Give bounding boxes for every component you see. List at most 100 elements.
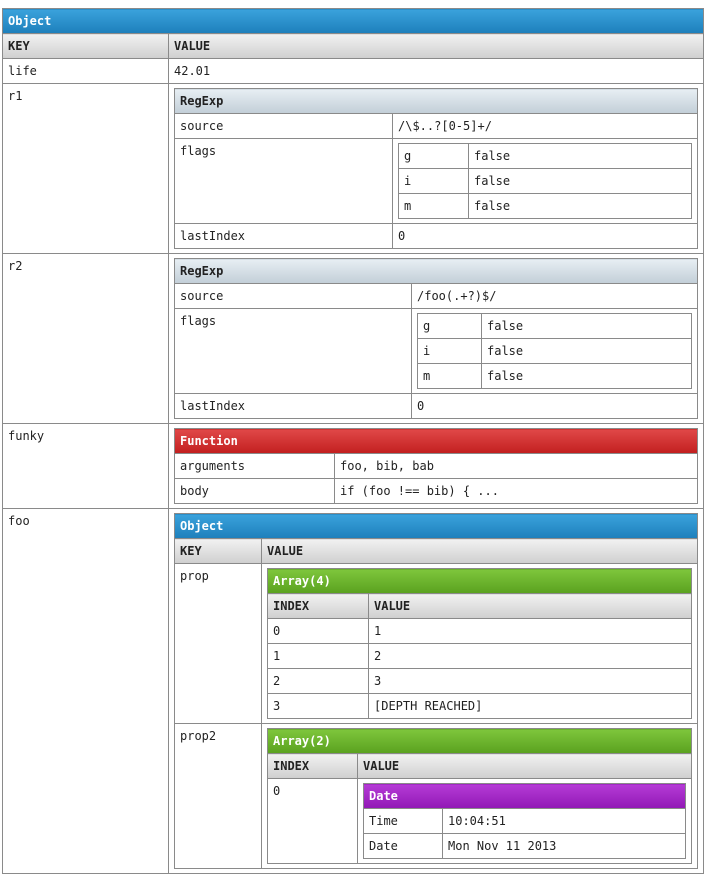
array-row: 12 [267, 643, 692, 669]
array-index: 0 [267, 618, 369, 644]
flag-row: i false [398, 168, 692, 194]
row-prop2: prop2 Array(2) INDEX VALUE 0 Date Time 1… [174, 723, 698, 869]
flag-key: m [417, 363, 482, 389]
flag-row: m false [398, 193, 692, 219]
row-value: RegExp source /foo(.+?)$/ flags g false i… [168, 253, 704, 424]
regexp-title[interactable]: RegExp [174, 258, 698, 284]
row-value: Function arguments foo, bib, bab body if… [168, 423, 704, 509]
array-value: Date Time 10:04:51 Date Mon Nov 11 2013 [357, 778, 692, 864]
key-column-header: KEY [174, 538, 262, 564]
row-key: funky [2, 423, 169, 509]
flag-value: false [468, 193, 692, 219]
flag-key: m [398, 193, 469, 219]
date-table: Date Time 10:04:51 Date Mon Nov 11 2013 [363, 783, 686, 859]
flag-key: g [398, 143, 469, 169]
array-index: 2 [267, 668, 369, 694]
flag-row: i false [417, 338, 692, 364]
function-body-value: if (foo !== bib) { ... [334, 478, 698, 504]
array-value: 2 [368, 643, 692, 669]
flag-value: false [468, 143, 692, 169]
array-row: 01 [267, 618, 692, 644]
array-index: 1 [267, 643, 369, 669]
flags-table: g false i false m false [398, 143, 692, 219]
regexp-flags-key: flags [174, 138, 393, 224]
value-column-header: VALUE [261, 538, 698, 564]
row-key: r1 [2, 83, 169, 254]
date-date-value: Mon Nov 11 2013 [442, 833, 686, 859]
regexp-table: RegExp source /\$..?[0-5]+/ flags g false… [174, 88, 698, 249]
function-body-key: body [174, 478, 335, 504]
date-time-key: Time [363, 808, 443, 834]
flag-value: false [481, 313, 692, 339]
index-column-header: INDEX [267, 753, 358, 779]
value-column-header: VALUE [168, 33, 704, 59]
regexp-lastindex-key: lastIndex [174, 393, 412, 419]
regexp-title[interactable]: RegExp [174, 88, 698, 114]
row-life: life 42.01 [2, 58, 704, 84]
value-column-header: VALUE [368, 593, 692, 619]
array-value: 3 [368, 668, 692, 694]
array-index: 3 [267, 693, 369, 719]
row-r1: r1 RegExp source /\$..?[0-5]+/ flags g fa… [2, 83, 704, 254]
flag-row: g false [417, 313, 692, 339]
array-table: Array(2) INDEX VALUE 0 Date Time 10:04:5… [267, 728, 692, 864]
array-row: 0 Date Time 10:04:51 Date Mon Nov 11 201… [267, 778, 692, 864]
array-title[interactable]: Array(4) [267, 568, 692, 594]
date-time-value: 10:04:51 [442, 808, 686, 834]
key-column-header: KEY [2, 33, 169, 59]
row-value: Array(4) INDEX VALUE 01 12 23 3 [DEPTH RE… [261, 563, 698, 724]
row-prop: prop Array(4) INDEX VALUE 01 12 23 3 [DE… [174, 563, 698, 724]
row-foo: foo Object KEY VALUE prop Array(4) INDEX… [2, 508, 704, 874]
regexp-source-key: source [174, 113, 393, 139]
object-dump: Object KEY VALUE life 42.01 r1 RegExp so… [2, 8, 704, 874]
regexp-flags-value: g false i false m false [392, 138, 698, 224]
root-object-title[interactable]: Object [2, 8, 704, 34]
flags-table: g false i false m false [417, 313, 692, 389]
date-date-key: Date [363, 833, 443, 859]
flag-key: i [417, 338, 482, 364]
index-column-header: INDEX [267, 593, 369, 619]
regexp-lastindex-value: 0 [392, 223, 698, 249]
value-column-header: VALUE [357, 753, 692, 779]
regexp-source-value: /\$..?[0-5]+/ [392, 113, 698, 139]
function-title[interactable]: Function [174, 428, 698, 454]
row-key: life [2, 58, 169, 84]
row-value: Array(2) INDEX VALUE 0 Date Time 10:04:5… [261, 723, 698, 869]
flag-value: false [481, 338, 692, 364]
array-value: [DEPTH REACHED] [368, 693, 692, 719]
array-value: 1 [368, 618, 692, 644]
flag-value: false [481, 363, 692, 389]
flag-row: m false [417, 363, 692, 389]
function-arguments-value: foo, bib, bab [334, 453, 698, 479]
array-row: 3 [DEPTH REACHED] [267, 693, 692, 719]
regexp-flags-value: g false i false m false [411, 308, 698, 394]
row-value: Object KEY VALUE prop Array(4) INDEX VAL… [168, 508, 704, 874]
regexp-source-value: /foo(.+?)$/ [411, 283, 698, 309]
function-arguments-key: arguments [174, 453, 335, 479]
function-table: Function arguments foo, bib, bab body if… [174, 428, 698, 504]
regexp-source-key: source [174, 283, 412, 309]
row-funky: funky Function arguments foo, bib, bab b… [2, 423, 704, 509]
flag-row: g false [398, 143, 692, 169]
array-row: 23 [267, 668, 692, 694]
regexp-lastindex-key: lastIndex [174, 223, 393, 249]
nested-object-table: Object KEY VALUE prop Array(4) INDEX VAL… [174, 513, 698, 869]
array-table: Array(4) INDEX VALUE 01 12 23 3 [DEPTH RE… [267, 568, 692, 719]
array-title[interactable]: Array(2) [267, 728, 692, 754]
array-index: 0 [267, 778, 358, 864]
nested-object-title[interactable]: Object [174, 513, 698, 539]
row-key: r2 [2, 253, 169, 424]
row-key: prop [174, 563, 262, 724]
regexp-flags-key: flags [174, 308, 412, 394]
root-object-table: Object KEY VALUE life 42.01 r1 RegExp so… [2, 8, 704, 874]
row-value: 42.01 [168, 58, 704, 84]
row-key: foo [2, 508, 169, 874]
flag-value: false [468, 168, 692, 194]
regexp-lastindex-value: 0 [411, 393, 698, 419]
row-value: RegExp source /\$..?[0-5]+/ flags g false… [168, 83, 704, 254]
flag-key: i [398, 168, 469, 194]
date-title[interactable]: Date [363, 783, 686, 809]
regexp-table: RegExp source /foo(.+?)$/ flags g false i… [174, 258, 698, 419]
flag-key: g [417, 313, 482, 339]
row-r2: r2 RegExp source /foo(.+?)$/ flags g fals… [2, 253, 704, 424]
